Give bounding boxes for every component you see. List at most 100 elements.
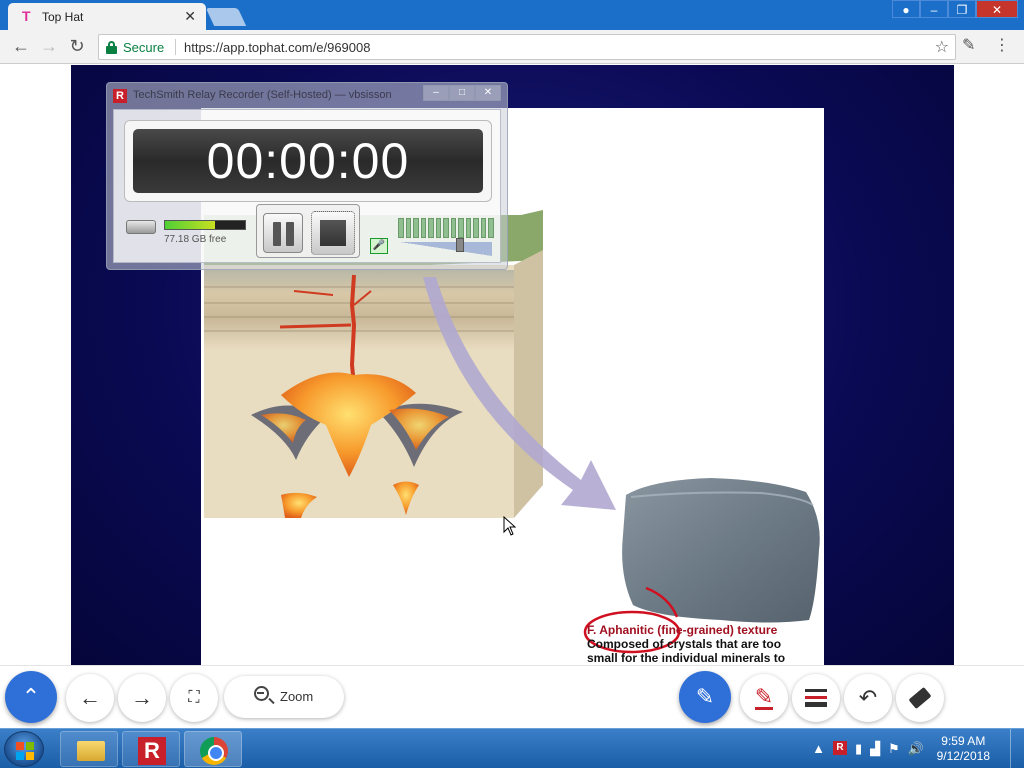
tab-close-icon[interactable]: ✕ (184, 8, 196, 25)
clock-time: 9:59 AM (941, 734, 986, 748)
pen-red-icon: ✎ (754, 683, 774, 710)
arrow-left-icon: ← (79, 685, 101, 710)
volume-slider-thumb[interactable] (456, 238, 464, 252)
volume-slider[interactable] (400, 242, 492, 256)
caption-title-a: F. Aphanitic ( (587, 623, 662, 637)
timer-frame: 00:00:00 (124, 120, 492, 202)
taskbar-file-explorer[interactable] (60, 731, 118, 767)
menu-icon[interactable]: ⋮ (994, 35, 1010, 55)
show-desktop-button[interactable] (1010, 729, 1024, 768)
recorder-body: 00:00:00 77.18 GB free 🎤 (113, 109, 501, 263)
tab-title: Top Hat (42, 10, 84, 24)
caption-line-2: small for the individual minerals to (587, 651, 786, 665)
battery-icon[interactable]: ▮ (855, 741, 862, 757)
recording-timer: 00:00:00 (133, 129, 483, 193)
folder-icon (77, 741, 105, 761)
url-text[interactable]: https://app.tophat.com/e/969008 (184, 40, 370, 55)
next-slide-button[interactable]: → (118, 674, 166, 722)
eraser-button[interactable] (896, 674, 944, 722)
record-controls (256, 204, 360, 258)
volume-icon[interactable]: 🔊 (908, 741, 924, 757)
secure-label: Secure (123, 40, 165, 55)
zoom-label: Zoom (280, 689, 314, 704)
disk-free-label: 77.18 GB free (164, 234, 227, 245)
windows-logo-q4 (26, 752, 34, 760)
line-weight-button[interactable] (792, 674, 840, 722)
system-clock[interactable]: 9:59 AM 9/12/2018 (937, 734, 990, 764)
recorder-minimize-button[interactable]: – (423, 85, 449, 101)
disk-icon (126, 220, 156, 234)
system-tray: ▲ R ▮ ▟ ⚑ 🔊 (812, 741, 924, 757)
tophat-icon: T (22, 8, 31, 24)
annotate-button[interactable]: ✎ (679, 671, 731, 723)
recorder-title: TechSmith Relay Recorder (Self-Hosted) —… (133, 89, 392, 101)
recorder-maximize-button[interactable]: □ (449, 85, 475, 101)
disk-space-bar (164, 220, 246, 230)
expand-panel-button[interactable]: ⌃ (5, 671, 57, 723)
minimize-button[interactable]: – (920, 0, 948, 18)
stop-button[interactable] (311, 211, 355, 255)
browser-tab[interactable]: T Top Hat ✕ (8, 3, 206, 30)
caption-line-1: Composed of crystals that are too (587, 637, 782, 651)
reload-icon[interactable]: ↻ (66, 36, 88, 57)
lock-icon (106, 41, 117, 54)
user-icon[interactable]: ● (892, 0, 920, 18)
close-window-button[interactable]: ✕ (976, 0, 1018, 18)
relay-logo-icon: R (113, 89, 127, 103)
presentation-controls: ⌃ ← → ⛶ Zoom ✎ ✎ ↶ (0, 665, 1024, 728)
restore-button[interactable]: ❐ (948, 0, 976, 18)
pause-icon-bar (286, 222, 294, 246)
flag-icon[interactable]: ⚑ (888, 741, 900, 757)
taskbar-chrome[interactable] (184, 731, 242, 767)
mouse-cursor-icon (503, 516, 517, 536)
slide-caption: F. Aphanitic (fine-grained) texture Comp… (587, 623, 827, 665)
divider (175, 39, 176, 55)
fullscreen-icon: ⛶ (188, 689, 200, 706)
new-tab-button[interactable] (205, 8, 247, 26)
tray-relay-icon[interactable]: R (833, 741, 847, 755)
relay-recorder-window[interactable]: R TechSmith Relay Recorder (Self-Hosted)… (106, 82, 508, 270)
windows-logo-icon (16, 742, 24, 750)
zoom-minus (257, 692, 264, 694)
window-controls: ● – ❐ ✕ (892, 0, 1018, 20)
recorder-close-button[interactable]: ✕ (475, 85, 501, 101)
eraser-icon (908, 686, 932, 710)
audio-level-meter (398, 218, 494, 238)
browser-titlebar: T Top Hat ✕ ● – ❐ ✕ (0, 0, 1024, 30)
edit-extension-icon[interactable]: ✎ (962, 35, 975, 55)
microphone-icon[interactable]: 🎤 (370, 238, 388, 254)
arrow-right-icon: → (131, 685, 153, 710)
rock-specimen (622, 478, 820, 623)
tray-expand-icon[interactable]: ▲ (812, 741, 825, 757)
pause-icon (273, 222, 281, 246)
block-side (514, 250, 543, 518)
signal-icon[interactable]: ▟ (870, 741, 880, 757)
forward-icon[interactable]: → (38, 36, 60, 57)
start-button[interactable] (4, 731, 44, 767)
back-icon[interactable]: ← (10, 36, 32, 57)
windows-logo-q3 (16, 752, 24, 760)
pencil-icon: ✎ (695, 684, 715, 709)
undo-button[interactable]: ↶ (844, 674, 892, 722)
bookmark-star-icon[interactable]: ☆ (935, 37, 949, 57)
fullscreen-button[interactable]: ⛶ (170, 674, 218, 722)
taskbar-relay-recorder[interactable]: R (122, 731, 180, 767)
relay-icon: R (138, 737, 166, 765)
pen-color-button[interactable]: ✎ (740, 674, 788, 722)
browser-toolbar: ← → ↻ Secure https://app.tophat.com/e/96… (0, 30, 1024, 64)
pause-button[interactable] (263, 213, 303, 253)
address-bar[interactable]: Secure https://app.tophat.com/e/969008 ☆ (98, 34, 956, 60)
clock-date: 9/12/2018 (936, 749, 990, 763)
windows-logo-q2 (26, 742, 34, 750)
disk-space-fill (165, 221, 215, 229)
chrome-icon (200, 737, 228, 765)
stop-icon (320, 220, 346, 246)
undo-icon: ↶ (858, 685, 878, 710)
windows-taskbar: R ▲ R ▮ ▟ ⚑ 🔊 9:59 AM 9/12/2018 (0, 728, 1024, 768)
recorder-titlebar[interactable]: R TechSmith Relay Recorder (Self-Hosted)… (107, 83, 507, 107)
zoom-button[interactable]: Zoom (224, 676, 344, 718)
line-weight-icon (805, 689, 827, 707)
previous-slide-button[interactable]: ← (66, 674, 114, 722)
recorder-window-controls: – □ ✕ (423, 85, 501, 101)
caption-title-b: fine-grained) texture (661, 623, 778, 637)
